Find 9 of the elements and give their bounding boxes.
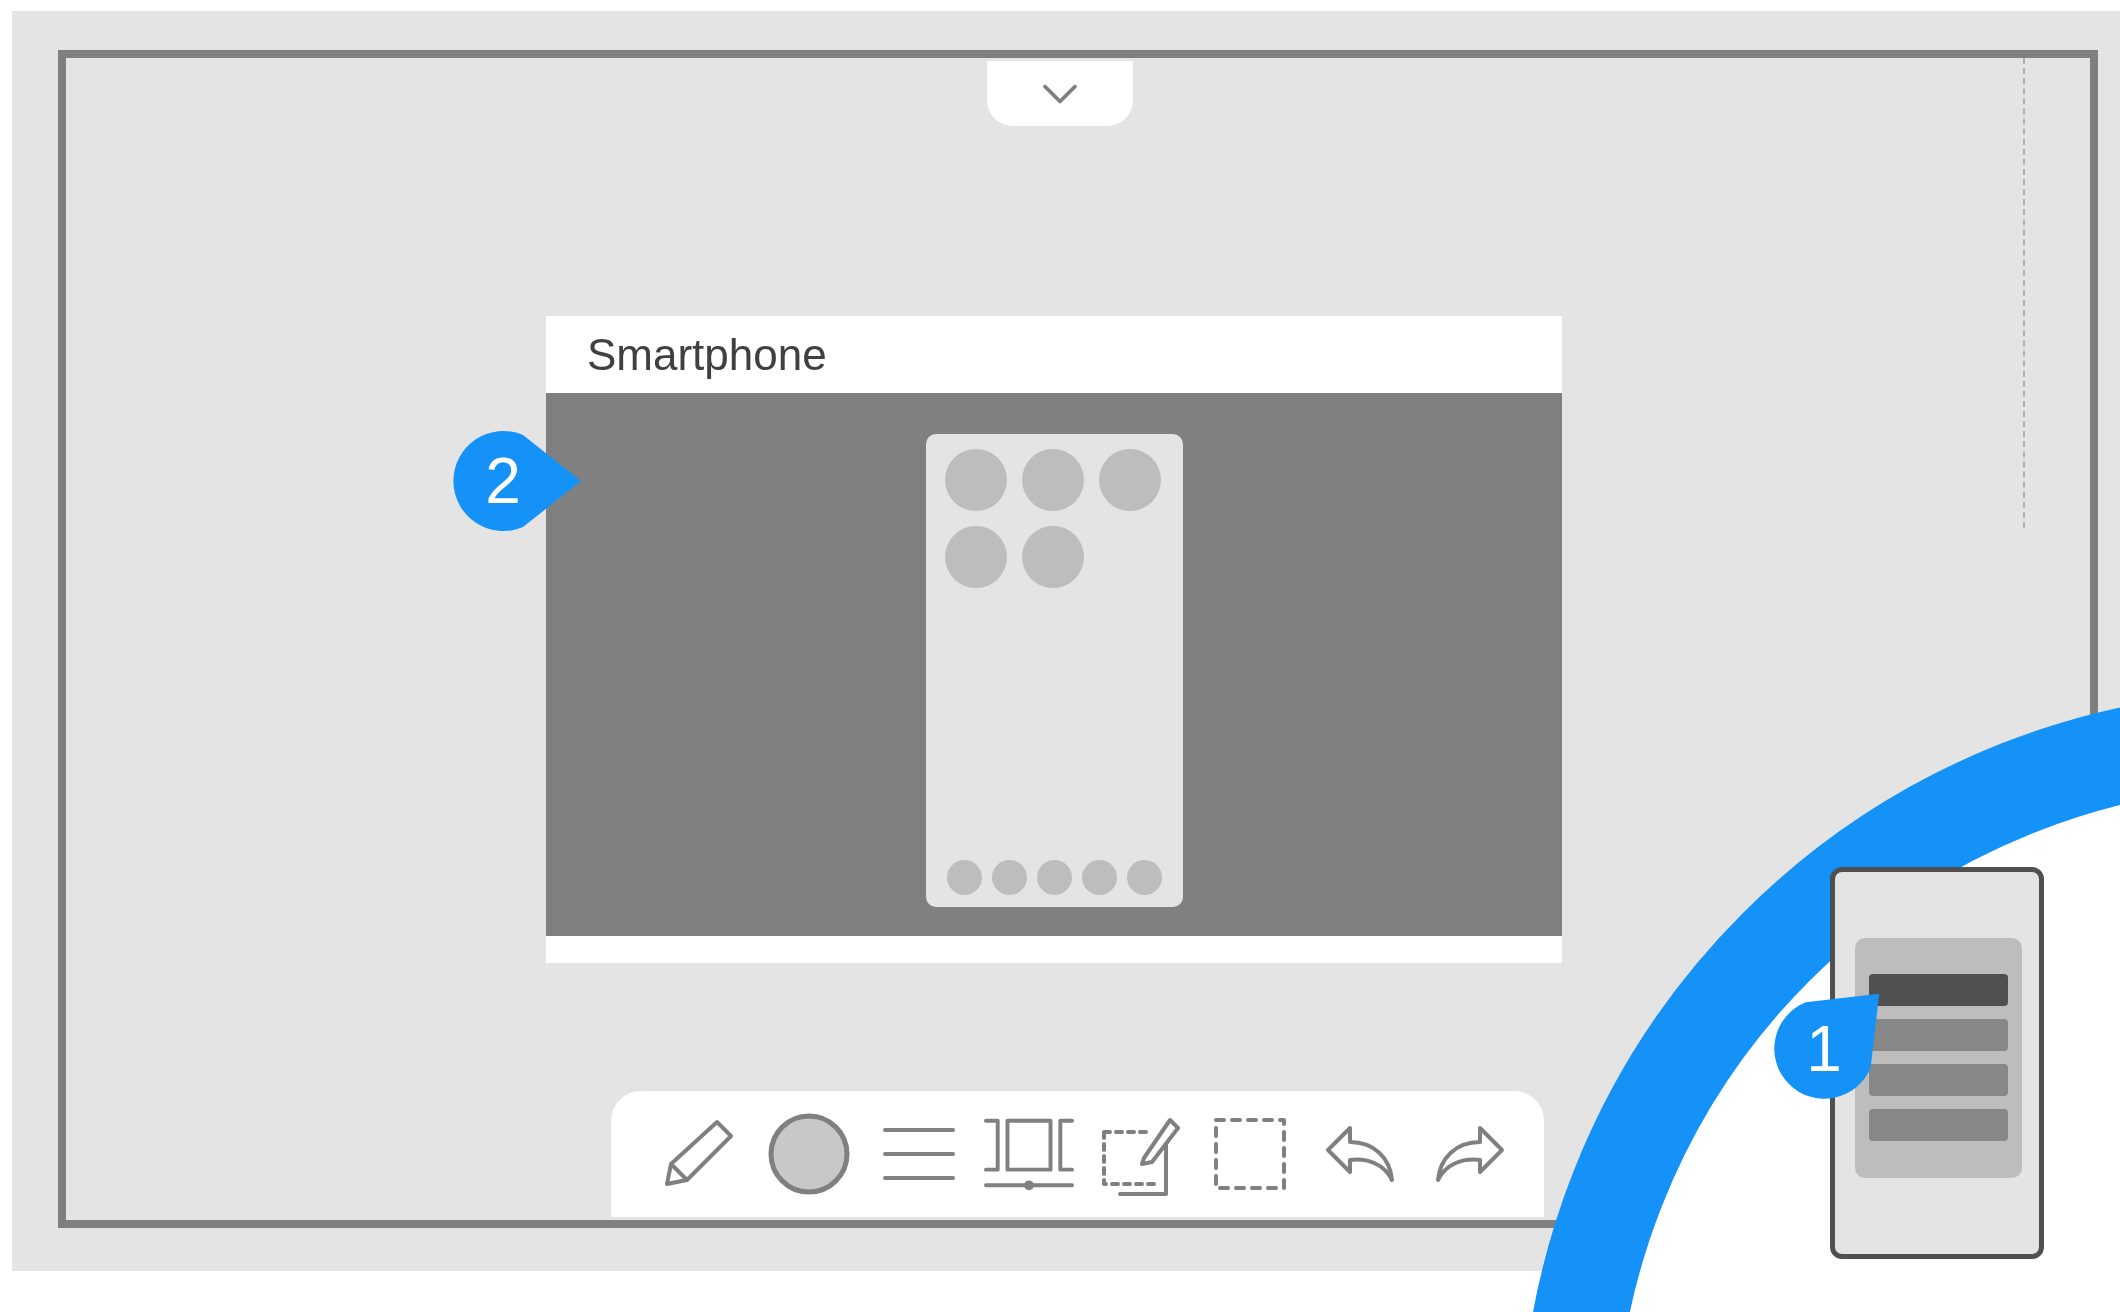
redo-icon <box>1434 1124 1506 1184</box>
color-swatch-icon <box>767 1112 852 1196</box>
undo-icon <box>1323 1124 1396 1184</box>
fit-to-width-icon <box>984 1116 1075 1192</box>
callout-number-badge: 2 <box>413 391 593 571</box>
card-title: Smartphone <box>587 329 827 380</box>
dashed-selection-icon <box>1211 1116 1288 1192</box>
panel-list-item[interactable] <box>1869 974 2008 1006</box>
callout-number-badge: 1 <box>1734 959 1914 1139</box>
